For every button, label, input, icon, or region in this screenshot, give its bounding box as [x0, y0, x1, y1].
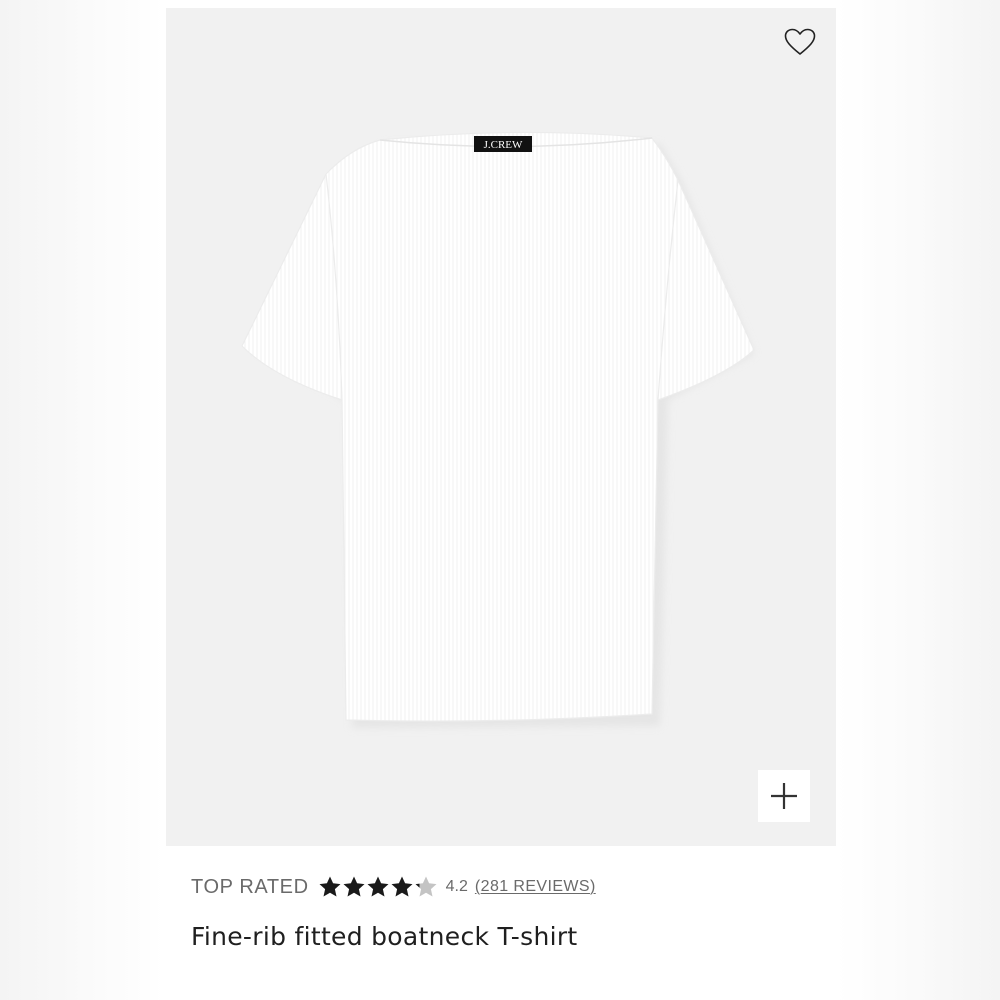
- top-rated-badge: TOP RATED: [191, 875, 309, 898]
- product-tile-page: J.CREW TOP RATED 4.2 (281 REVIEWS) Fine-…: [0, 0, 1000, 1000]
- heart-outline-icon: [784, 28, 816, 55]
- star-icon: [367, 876, 389, 897]
- product-image-area[interactable]: J.CREW: [166, 8, 836, 846]
- page-margin-right: [836, 0, 1000, 1000]
- rating-row: TOP RATED 4.2 (281 REVIEWS): [191, 870, 596, 904]
- product-image[interactable]: J.CREW: [166, 8, 836, 846]
- page-margin-left: [0, 0, 166, 1000]
- reviews-close-paren: ): [589, 878, 596, 895]
- star-icon: [319, 876, 341, 897]
- plus-icon: [771, 783, 797, 809]
- star-rating: [318, 875, 438, 899]
- product-title[interactable]: Fine-rib fitted boatneck T-shirt: [191, 922, 578, 951]
- product-card: J.CREW TOP RATED 4.2 (281 REVIEWS) Fine-…: [166, 0, 836, 1000]
- star-icon: [415, 876, 437, 897]
- quick-view-button[interactable]: [758, 770, 810, 822]
- star-icon: [343, 876, 365, 897]
- brand-label-text: J.CREW: [484, 139, 523, 151]
- star-icon: [391, 876, 413, 897]
- reviews-count: 281 REVIEWS: [480, 878, 590, 895]
- rating-value: 4.2: [445, 878, 468, 895]
- reviews-link[interactable]: (281 REVIEWS): [475, 878, 596, 896]
- wishlist-button[interactable]: [782, 24, 818, 60]
